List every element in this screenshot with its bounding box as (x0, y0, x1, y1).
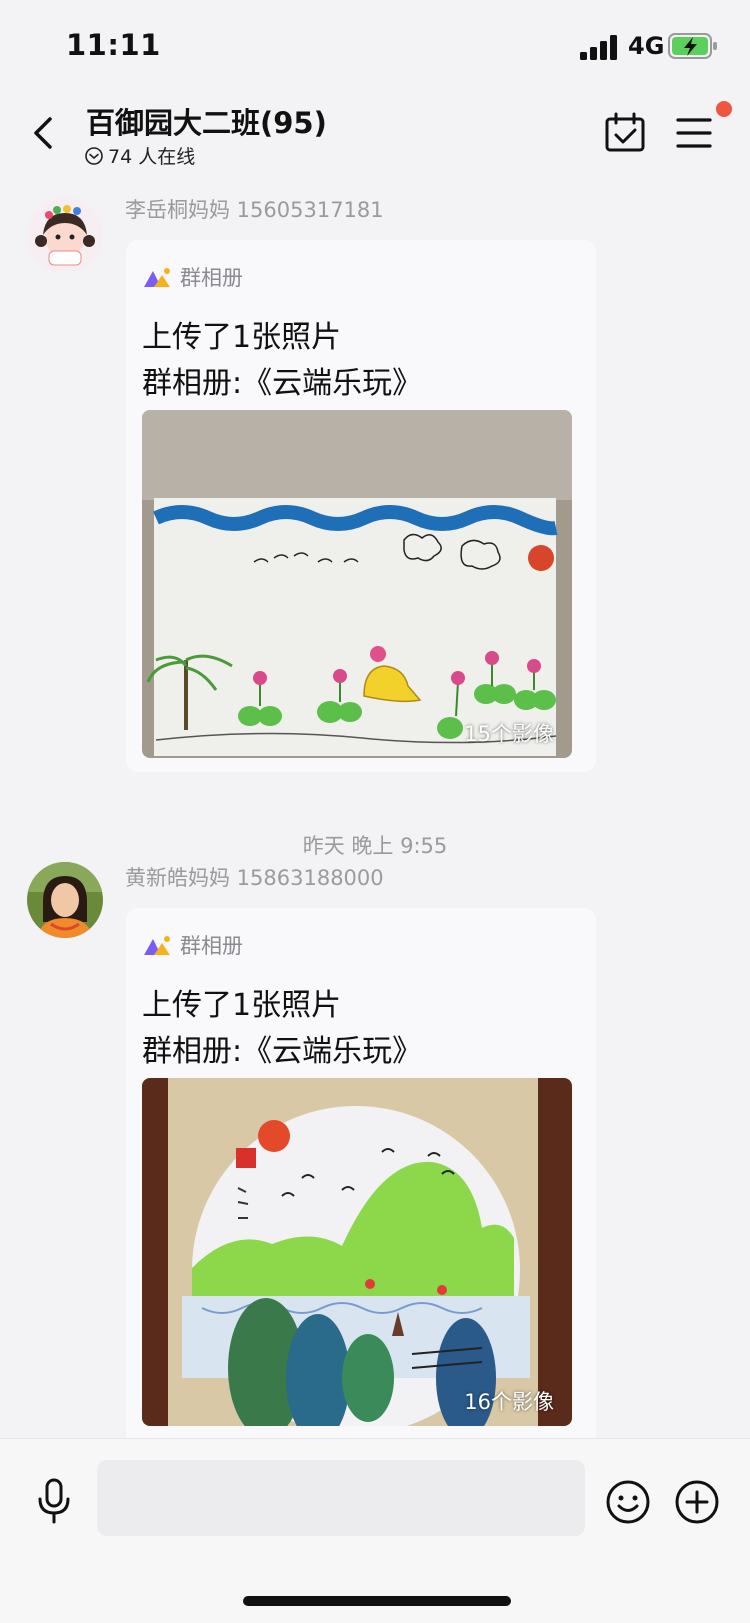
battery-icon (668, 33, 717, 59)
avatar[interactable] (27, 862, 103, 938)
online-count-label: 74 人在线 (108, 146, 196, 168)
back-arrow-icon[interactable] (28, 113, 58, 153)
home-indicator[interactable] (243, 1596, 511, 1606)
group-album-icon (144, 936, 170, 955)
online-count[interactable]: 74 人在线 (84, 142, 195, 169)
drawing-photo (142, 410, 572, 758)
calendar-check-icon[interactable] (604, 112, 646, 154)
photo-count: 15个影像 (464, 722, 554, 746)
menu-icon[interactable] (676, 116, 712, 150)
photo-count: 16个影像 (464, 1390, 554, 1414)
network-label: 4G (628, 32, 665, 60)
timestamp: 昨天 晚上 9:55 (302, 834, 448, 858)
signal-icon (580, 35, 617, 60)
album-name: 群相册:《云端乐玩》 (142, 366, 423, 401)
album-tag-label: 群相册 (180, 934, 243, 958)
chat-header: 百御园大二班(95) 74 人在线 (0, 90, 750, 180)
emoji-icon[interactable] (605, 1479, 651, 1525)
drawing-photo (142, 1078, 572, 1426)
sender-name: 黄新皓妈妈 15863188000 (125, 866, 384, 890)
microphone-icon[interactable] (34, 1477, 74, 1525)
photo-thumbnail[interactable]: 15个影像 (142, 410, 572, 758)
status-time: 11:11 (66, 28, 161, 62)
album-tag-label: 群相册 (180, 266, 243, 290)
avatar[interactable] (27, 197, 103, 273)
status-bar: 11:11 4G (0, 0, 750, 90)
album-tag: 群相册 (142, 262, 243, 292)
message-input[interactable] (97, 1460, 585, 1536)
message-text: 上传了1张照片 (142, 988, 342, 1023)
plus-circle-icon[interactable] (674, 1479, 720, 1525)
sender-name: 李岳桐妈妈 15605317181 (125, 198, 384, 222)
chevron-down-circle-icon (85, 146, 103, 165)
album-tag: 群相册 (142, 930, 243, 960)
group-album-icon (144, 268, 170, 287)
message-text: 上传了1张照片 (142, 320, 342, 355)
album-share-card[interactable]: 群相册 上传了1张照片 群相册:《云端乐玩》 15个影像 (126, 240, 596, 772)
album-share-card[interactable]: 群相册 上传了1张照片 群相册:《云端乐玩》 16个影像 (126, 908, 596, 1468)
chat-title[interactable]: 百御园大二班(95) (86, 100, 327, 142)
photo-thumbnail[interactable]: 16个影像 (142, 1078, 572, 1426)
album-name: 群相册:《云端乐玩》 (142, 1034, 423, 1069)
notification-dot (716, 101, 732, 117)
